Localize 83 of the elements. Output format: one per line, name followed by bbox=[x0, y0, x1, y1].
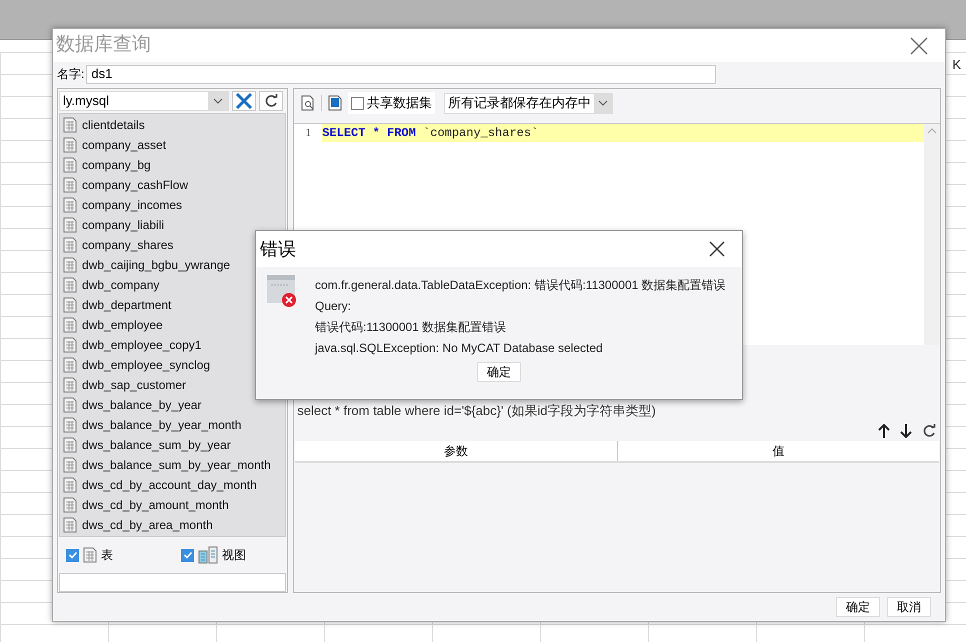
connection-select[interactable]: ly.mysql bbox=[59, 91, 229, 111]
arrow-up-icon[interactable] bbox=[878, 424, 890, 438]
checkbox[interactable] bbox=[66, 548, 79, 562]
dialog-button[interactable]: 确定 bbox=[836, 597, 880, 617]
table-item[interactable]: dwb_employee_synclog bbox=[60, 355, 210, 375]
arrow-down-icon[interactable] bbox=[900, 424, 912, 438]
table-item[interactable]: dwb_company bbox=[60, 275, 160, 295]
refresh-icon[interactable] bbox=[922, 424, 936, 438]
checkbox[interactable] bbox=[181, 548, 194, 562]
table-icon bbox=[63, 157, 77, 173]
table-icon bbox=[63, 217, 77, 233]
table-icon bbox=[63, 297, 77, 313]
table-item[interactable]: dws_cd_by_amount_month bbox=[60, 495, 229, 515]
table-item[interactable]: dwb_employee bbox=[60, 315, 163, 335]
preview-icon[interactable] bbox=[301, 95, 316, 111]
tools-icon bbox=[235, 92, 253, 110]
ok-button[interactable]: 确定 bbox=[477, 362, 521, 382]
table-icon bbox=[63, 117, 77, 133]
table-item[interactable]: dwb_caijing_bgbu_ywrange bbox=[60, 255, 230, 275]
table-icon bbox=[63, 417, 77, 433]
table-item[interactable]: dwb_sap_customer bbox=[60, 375, 186, 395]
dialog-button[interactable]: 取消 bbox=[887, 597, 931, 617]
name-field[interactable]: ds1 bbox=[86, 64, 716, 84]
column-header[interactable]: 参数 bbox=[295, 440, 618, 460]
table-icon bbox=[63, 177, 77, 193]
table-item[interactable]: company_bg bbox=[60, 155, 151, 175]
refresh-icon bbox=[264, 94, 278, 108]
table-item[interactable]: company_liabili bbox=[60, 215, 164, 235]
line-number: 1 bbox=[305, 126, 311, 141]
table-icon bbox=[63, 277, 77, 293]
table-item[interactable]: company_shares bbox=[60, 235, 174, 255]
shared-dataset-label: 共享数据集 bbox=[367, 94, 432, 112]
column-label: K bbox=[952, 56, 961, 74]
table-icon bbox=[63, 237, 77, 253]
table-item[interactable]: dws_cd_by_account_day_month bbox=[60, 475, 257, 495]
table-item[interactable]: dwb_department bbox=[60, 295, 172, 315]
filter-field[interactable] bbox=[59, 573, 286, 592]
chevron-down-icon bbox=[213, 98, 223, 104]
error-message: Query: bbox=[315, 298, 352, 314]
table-icon bbox=[63, 477, 77, 493]
hint-text: select * from table where id='${abc}' (如果id字段为字符串类型) bbox=[296, 402, 657, 420]
table-item[interactable]: company_incomes bbox=[60, 195, 182, 215]
close-icon[interactable] bbox=[910, 36, 928, 55]
table-icon bbox=[63, 357, 77, 373]
table-icon bbox=[63, 517, 77, 533]
name-label: 名字: bbox=[57, 66, 84, 84]
table-item[interactable]: dwb_employee_copy1 bbox=[60, 335, 202, 355]
table-icon bbox=[63, 257, 77, 273]
table-icon bbox=[83, 547, 97, 563]
table-icon bbox=[63, 457, 77, 473]
table-icon bbox=[63, 377, 77, 393]
window-title: 数据库查询 bbox=[56, 33, 151, 58]
table-item[interactable]: dws_balance_by_year_month bbox=[60, 415, 242, 435]
storage-select[interactable]: 所有记录都保存在内存中 bbox=[444, 92, 614, 114]
table-item[interactable]: company_cashFlow bbox=[60, 175, 188, 195]
error-icon bbox=[267, 275, 297, 307]
table-item[interactable]: dws_balance_sum_by_year_month bbox=[60, 455, 271, 475]
error-message: java.sql.SQLException: No MyCAT Database selected bbox=[315, 340, 604, 356]
table-icon bbox=[63, 437, 77, 453]
table-item[interactable]: dws_cd_by_area_month bbox=[60, 515, 213, 535]
filter-label: 视图 bbox=[222, 547, 246, 564]
column-header[interactable]: 值 bbox=[618, 440, 939, 460]
chevron-down-icon bbox=[598, 100, 608, 106]
view-icon bbox=[198, 546, 218, 564]
table-item[interactable]: dws_balance_sum_by_year bbox=[60, 435, 231, 455]
close-icon[interactable] bbox=[709, 241, 725, 257]
error-message: com.fr.general.data.TableDataException: 错误代码:11300001 数据集配置错误 bbox=[315, 277, 726, 293]
table-icon bbox=[63, 497, 77, 513]
table-icon bbox=[63, 137, 77, 153]
refresh-button[interactable] bbox=[259, 91, 283, 111]
table-item[interactable]: company_asset bbox=[60, 135, 166, 155]
filter-label: 表 bbox=[101, 547, 113, 564]
table-icon bbox=[63, 337, 77, 353]
save-icon[interactable] bbox=[328, 95, 342, 111]
checkbox[interactable] bbox=[351, 96, 364, 110]
table-item[interactable]: dws_balance_by_year bbox=[60, 395, 202, 415]
tools-button[interactable] bbox=[232, 91, 256, 111]
dialog-title: 错误 bbox=[260, 238, 296, 260]
table-icon bbox=[63, 317, 77, 333]
table-icon bbox=[63, 197, 77, 213]
table-item[interactable]: clientdetails bbox=[60, 115, 145, 135]
table-icon bbox=[63, 397, 77, 413]
error-message: 错误代码:11300001 数据集配置错误 bbox=[315, 319, 508, 335]
